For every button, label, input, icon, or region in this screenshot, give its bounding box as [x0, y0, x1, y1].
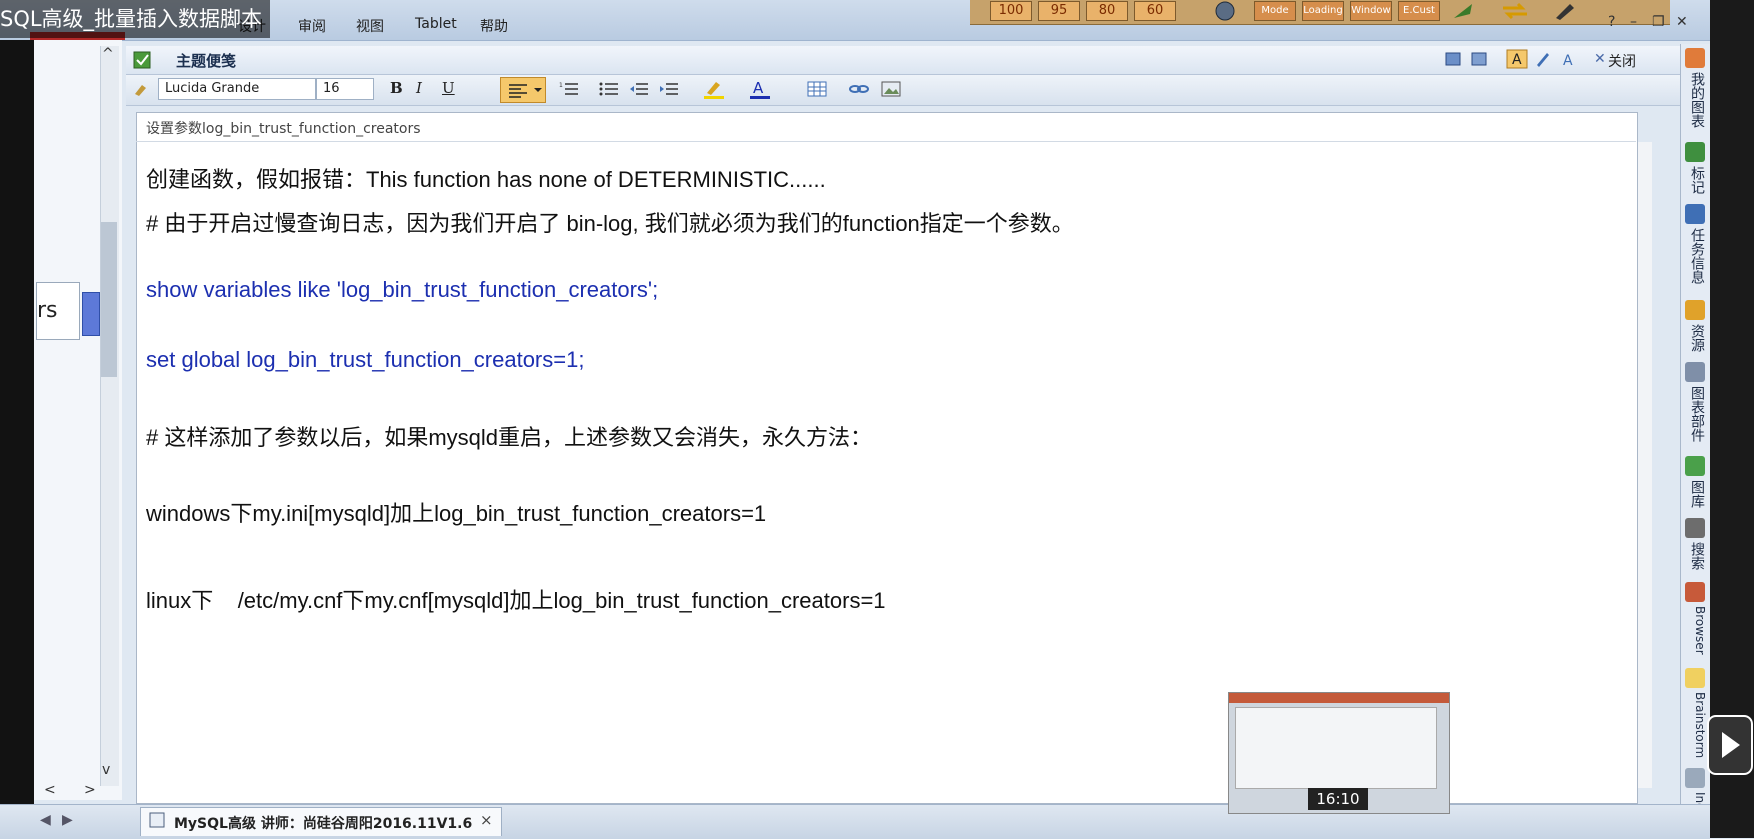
- video-preview-time: 16:10: [1308, 788, 1368, 810]
- doc-line-3: show variables like 'log_bin_trust_funct…: [146, 277, 659, 302]
- copy-icon[interactable]: [1470, 50, 1488, 68]
- underline-button[interactable]: U: [442, 79, 455, 97]
- doc-line-5: # 这样添加了参数以后，如果mysqld重启，上述参数又会消失，永久方法：: [146, 425, 873, 450]
- window-button[interactable]: Window: [1350, 1, 1392, 21]
- italic-button[interactable]: I: [416, 79, 422, 97]
- video-title: SQL高级_批量插入数据脚本: [0, 0, 270, 38]
- scroll-down-icon[interactable]: v: [102, 762, 110, 778]
- loading-button[interactable]: Loading: [1302, 1, 1344, 21]
- tab-chart-parts[interactable]: 图表部件: [1683, 386, 1707, 442]
- close-window-icon[interactable]: ✕: [1676, 14, 1688, 30]
- card-icon: [82, 292, 100, 336]
- minimize-icon[interactable]: –: [1630, 14, 1637, 30]
- document-tab-icon: [149, 812, 165, 828]
- svg-text:A: A: [1563, 53, 1573, 68]
- pen-tool-icon[interactable]: [1550, 0, 1580, 22]
- zoom-100-button[interactable]: 100: [990, 1, 1032, 21]
- zoom-60-button[interactable]: 60: [1134, 1, 1176, 21]
- zoom-95-button[interactable]: 95: [1038, 1, 1080, 21]
- tab-gallery[interactable]: 图库: [1683, 480, 1707, 508]
- tab-browser[interactable]: Browser: [1683, 606, 1707, 655]
- align-left-button[interactable]: [500, 77, 546, 103]
- doc-line-2: # 由于开启过慢查询日志，因为我们开启了 bin-log, 我们就必须为我们的f…: [146, 211, 1074, 236]
- index-tab-icon: [1685, 768, 1705, 788]
- highlight-icon[interactable]: [702, 79, 726, 99]
- menu-review[interactable]: 审阅: [298, 16, 326, 36]
- task-tab-icon: [1685, 204, 1705, 224]
- indent-icon[interactable]: [658, 79, 680, 99]
- arrow-tool-icon[interactable]: [1450, 0, 1480, 22]
- font-select[interactable]: Lucida Grande: [158, 78, 316, 100]
- tab-resources[interactable]: 资源: [1683, 324, 1707, 352]
- outdent-icon[interactable]: [628, 79, 650, 99]
- note-title: 主题便笺: [176, 52, 237, 70]
- scroll-up-icon[interactable]: ^: [102, 46, 114, 62]
- record-icon[interactable]: [1210, 0, 1240, 22]
- document-scrollbar[interactable]: [1638, 142, 1652, 788]
- close-note-icon[interactable]: ✕: [1594, 51, 1606, 67]
- mode-button[interactable]: Mode: [1254, 1, 1296, 21]
- bold-button[interactable]: B: [390, 79, 403, 97]
- svg-text:1: 1: [559, 82, 563, 89]
- nav-left-icon[interactable]: <: [44, 782, 56, 798]
- menu-help[interactable]: 帮助: [480, 16, 508, 36]
- chart-tab-icon: [1685, 48, 1705, 68]
- tab-mark[interactable]: 标记: [1683, 166, 1707, 194]
- image-icon[interactable]: [880, 79, 902, 99]
- doc-line-6: windows下my.ini[mysqld]加上log_bin_trust_fu…: [146, 501, 767, 526]
- gallery-tab-icon: [1685, 456, 1705, 476]
- parts-tab-icon: [1685, 362, 1705, 382]
- document-tab-label: MySQL高级 讲师：尚硅谷周阳2016.11V1.6: [174, 816, 473, 832]
- menu-view[interactable]: 视图: [356, 16, 384, 36]
- export-icon[interactable]: [1444, 50, 1462, 68]
- tab-task-info[interactable]: 任务信息: [1683, 228, 1707, 284]
- font-color-icon[interactable]: A: [748, 79, 772, 99]
- ecust-button[interactable]: E.Cust: [1398, 1, 1440, 21]
- resource-tab-icon: [1685, 300, 1705, 320]
- format-painter-icon[interactable]: [132, 79, 150, 97]
- note-icon: [133, 51, 151, 69]
- tab-brainstorm[interactable]: Brainstorm: [1683, 692, 1707, 758]
- tab-my-charts[interactable]: 我的图表: [1683, 72, 1707, 128]
- menu-tablet[interactable]: Tablet: [415, 16, 457, 32]
- text-style-icon[interactable]: A: [1506, 49, 1528, 69]
- doc-line-4: set global log_bin_trust_function_creato…: [146, 347, 585, 372]
- left-card[interactable]: rs: [36, 282, 80, 340]
- restore-icon[interactable]: ❐: [1652, 14, 1665, 30]
- document-tab-close-icon[interactable]: ×: [480, 811, 493, 829]
- svg-text:A: A: [753, 79, 764, 97]
- bullet-list-icon[interactable]: [598, 79, 620, 99]
- edit-icon[interactable]: [1534, 50, 1552, 68]
- format-icon[interactable]: A: [1560, 50, 1578, 68]
- browser-tab-icon: [1685, 582, 1705, 602]
- brainstorm-tab-icon: [1685, 668, 1705, 688]
- document-title: 设置参数log_bin_trust_function_creators: [146, 121, 421, 137]
- zoom-80-button[interactable]: 80: [1086, 1, 1128, 21]
- svg-text:A: A: [1512, 52, 1522, 68]
- swap-arrows-icon[interactable]: [1500, 0, 1530, 22]
- close-note-label[interactable]: 关闭: [1608, 51, 1636, 71]
- nav-right-icon[interactable]: >: [84, 782, 96, 798]
- left-scroll-thumb[interactable]: [101, 222, 117, 377]
- numbered-list-icon[interactable]: 1: [558, 79, 580, 99]
- tab-search[interactable]: 搜索: [1683, 542, 1707, 570]
- help-icon[interactable]: ?: [1608, 14, 1615, 30]
- doc-line-1: 创建函数，假如报错：This function has none of DETE…: [146, 167, 826, 192]
- left-scrollbar[interactable]: [100, 46, 119, 786]
- doc-line-7: linux下 /etc/my.cnf下my.cnf[mysqld]加上log_b…: [146, 588, 886, 613]
- align-left-icon: [509, 84, 542, 98]
- mark-tab-icon: [1685, 142, 1705, 162]
- tab-nav-left-icon[interactable]: ◀: [40, 812, 51, 828]
- tab-nav-right-icon[interactable]: ▶: [62, 812, 73, 828]
- play-icon[interactable]: [1706, 710, 1754, 780]
- search-tab-icon: [1685, 518, 1705, 538]
- left-black-border: [0, 40, 34, 810]
- link-icon[interactable]: [848, 79, 870, 99]
- size-select[interactable]: 16: [316, 78, 374, 100]
- table-icon[interactable]: [806, 79, 828, 99]
